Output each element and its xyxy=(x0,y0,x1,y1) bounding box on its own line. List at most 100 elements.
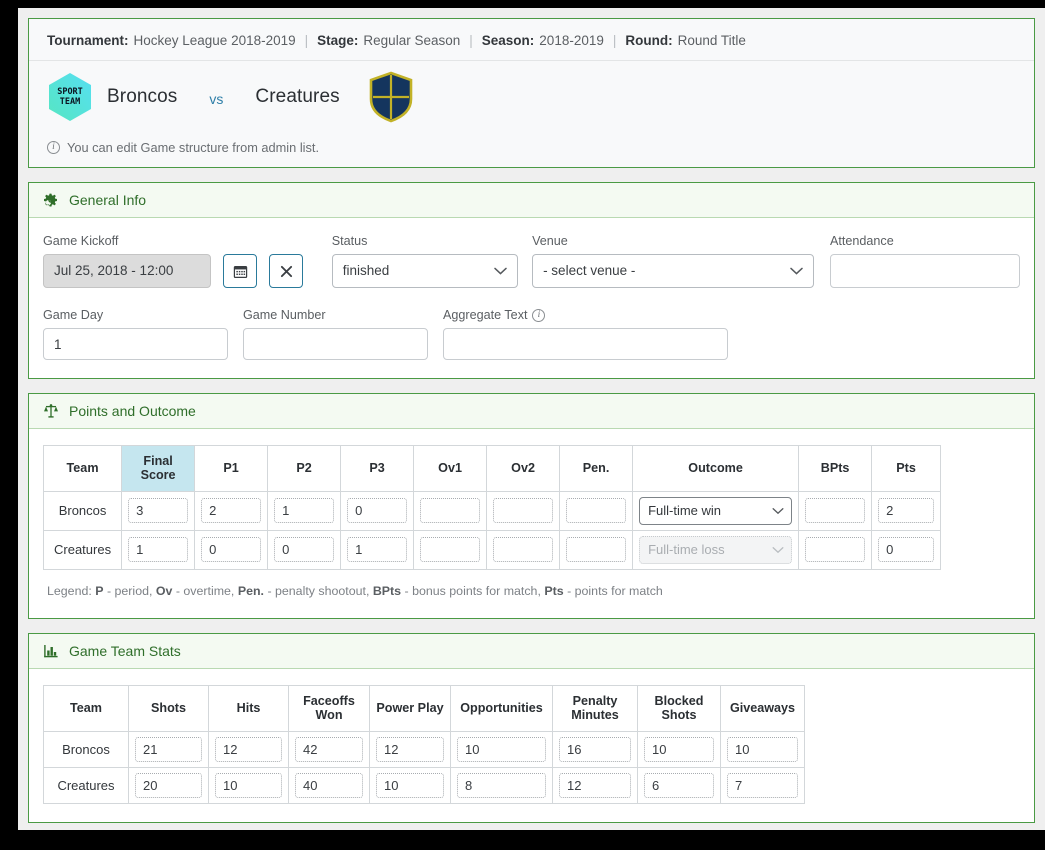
scales-icon xyxy=(44,404,58,418)
home-logo-text-line2: TEAM xyxy=(60,97,80,107)
row-team-name: Broncos xyxy=(42,490,123,531)
giveaways-input[interactable] xyxy=(727,736,798,762)
ov2-input[interactable] xyxy=(493,498,554,524)
general-info-body: Game Kickoff Jul 25, 2018 - 12:00 Status… xyxy=(29,218,1034,378)
p3-input[interactable] xyxy=(347,537,408,563)
faceoffs-won-input[interactable] xyxy=(295,772,363,798)
row-team-name: Creatures xyxy=(43,766,129,804)
col-faceoffs-won: Faceoffs Won xyxy=(288,684,370,732)
ov2-input[interactable] xyxy=(493,537,554,563)
aggregate-text-input[interactable] xyxy=(443,328,728,360)
info-icon: i xyxy=(47,141,60,154)
pts-input[interactable] xyxy=(878,498,935,524)
power-play-input[interactable] xyxy=(376,772,444,798)
venue-select[interactable]: - select venue - xyxy=(532,254,814,288)
col-outcome: Outcome xyxy=(632,445,800,492)
outcome-value: Full-time win xyxy=(648,502,722,518)
cell-ov2 xyxy=(486,490,561,531)
blocked-shots-input[interactable] xyxy=(644,736,714,762)
points-outcome-header: Points and Outcome xyxy=(29,394,1034,429)
calendar-button[interactable] xyxy=(223,254,257,288)
hits-input[interactable] xyxy=(215,772,282,798)
col-blocked-shots: Blocked Shots xyxy=(637,684,721,732)
opportunities-input[interactable] xyxy=(457,736,546,762)
col-hits: Hits xyxy=(208,684,289,732)
cell-faceoffs-won xyxy=(288,766,370,804)
cell-faceoffs-won xyxy=(288,730,370,768)
outcome-value: Full-time loss xyxy=(648,541,725,557)
legend-abbr: P xyxy=(95,583,104,598)
legend-abbr: Ov xyxy=(155,583,173,598)
pen-input[interactable] xyxy=(566,537,627,563)
game-day-input[interactable] xyxy=(43,328,228,360)
venue-group: Venue - select venue - xyxy=(532,234,814,288)
cell-p3 xyxy=(340,529,415,570)
pts-input[interactable] xyxy=(878,537,935,563)
clear-kickoff-button[interactable] xyxy=(269,254,303,288)
team-stats-panel: Game Team Stats Team Shots Hits Faceoffs… xyxy=(28,632,1035,823)
points-outcome-panel: Points and Outcome Team Final Score P1 P… xyxy=(28,393,1035,619)
cell-p2 xyxy=(267,490,342,531)
general-info-header: General Info xyxy=(29,183,1034,218)
game-kickoff-input[interactable]: Jul 25, 2018 - 12:00 xyxy=(43,254,211,288)
outcome-select[interactable]: Full-time win xyxy=(639,496,793,525)
info-icon[interactable]: i xyxy=(532,308,546,322)
hits-input[interactable] xyxy=(215,736,282,762)
cell-bpts xyxy=(798,490,873,531)
aggregate-text-label-text: Aggregate Text xyxy=(443,308,528,322)
cell-shots xyxy=(128,730,209,768)
close-icon xyxy=(280,265,292,277)
status-label: Status xyxy=(331,234,368,248)
cell-power-play xyxy=(369,730,451,768)
row-team-name: Creatures xyxy=(42,529,123,570)
p2-input[interactable] xyxy=(274,537,335,563)
final-score-input[interactable] xyxy=(128,498,189,524)
cell-power-play xyxy=(369,766,451,804)
legend-prefix: Legend: xyxy=(47,583,92,598)
p1-input[interactable] xyxy=(201,498,262,524)
bpts-input[interactable] xyxy=(805,498,866,524)
status-select[interactable]: finished xyxy=(331,254,519,288)
legend-desc: - bonus points for match, xyxy=(401,583,541,598)
power-play-input[interactable] xyxy=(376,736,444,762)
table-row: Broncos xyxy=(43,730,805,768)
blocked-shots-input[interactable] xyxy=(644,772,714,798)
legend-abbr: BPts xyxy=(372,583,402,598)
breadcrumb-separator: | xyxy=(612,33,617,48)
bpts-input[interactable] xyxy=(805,537,866,563)
faceoffs-won-input[interactable] xyxy=(295,736,363,762)
pen-input[interactable] xyxy=(566,498,627,524)
admin-note-text: You can edit Game structure from admin l… xyxy=(67,140,320,155)
bar-chart-icon xyxy=(44,644,58,658)
cell-bpts xyxy=(798,529,873,570)
shots-input[interactable] xyxy=(135,772,202,798)
giveaways-input[interactable] xyxy=(727,772,798,798)
table-row: Creatures Full-time loss xyxy=(42,529,942,570)
attendance-label: Attendance xyxy=(830,234,894,248)
shots-input[interactable] xyxy=(135,736,202,762)
penalty-minutes-input[interactable] xyxy=(559,772,631,798)
app-viewport: Tournament: Hockey League 2018-2019 | St… xyxy=(18,8,1045,830)
outcome-select: Full-time loss xyxy=(639,535,793,564)
game-number-input[interactable] xyxy=(243,328,428,360)
penalty-minutes-input[interactable] xyxy=(559,736,631,762)
p2-input[interactable] xyxy=(274,498,335,524)
breadcrumb-tournament-label: Tournament: xyxy=(47,33,129,48)
cell-giveaways xyxy=(720,766,805,804)
cell-ov1 xyxy=(413,529,488,570)
final-score-input[interactable] xyxy=(128,537,189,563)
away-team-logo xyxy=(369,71,413,123)
opportunities-input[interactable] xyxy=(457,772,546,798)
ov1-input[interactable] xyxy=(420,537,481,563)
p1-input[interactable] xyxy=(201,537,262,563)
legend-desc: - period, xyxy=(103,583,153,598)
attendance-input[interactable] xyxy=(830,254,1020,288)
general-info-title: General Info xyxy=(69,192,147,208)
cell-p2 xyxy=(267,529,342,570)
table-row: Broncos Full-time win xyxy=(42,490,942,531)
p3-input[interactable] xyxy=(347,498,408,524)
points-outcome-body: Team Final Score P1 P2 P3 Ov1 Ov2 Pen. O… xyxy=(29,429,1034,618)
ov1-input[interactable] xyxy=(420,498,481,524)
cell-opportunities xyxy=(450,730,553,768)
cell-p1 xyxy=(194,529,269,570)
